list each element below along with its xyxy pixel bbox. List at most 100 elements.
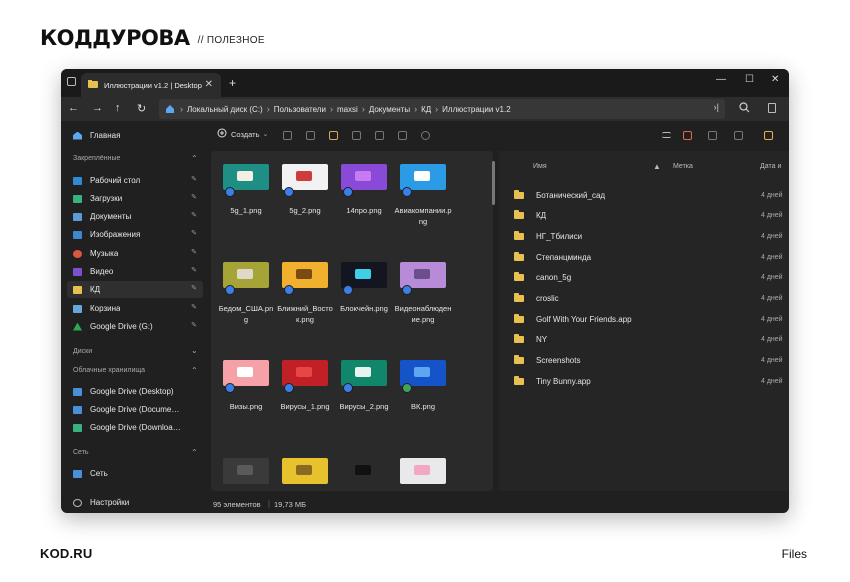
pin-icon[interactable]: ✎ — [191, 193, 197, 201]
window-menu-icon[interactable] — [67, 77, 76, 86]
pin-icon[interactable]: ✎ — [191, 229, 197, 237]
properties-icon[interactable] — [421, 131, 430, 140]
file-explorer-window: Иллюстрации v1.2 | Desktop ✕ + — ☐ ✕ ← →… — [61, 69, 789, 513]
list-item[interactable]: Golf With Your Friends.app 4 дней — [507, 309, 789, 329]
file-tile[interactable]: Вирусы_1.png — [276, 360, 334, 450]
address-bar[interactable]: › Локальный диск (C:) › Пользователи › m… — [159, 99, 725, 119]
file-tile[interactable] — [394, 458, 452, 491]
close-window-icon[interactable]: ✕ — [771, 74, 779, 85]
file-tile[interactable]: ВК.png — [394, 360, 452, 450]
list-item[interactable]: canon_5g 4 дней — [507, 268, 789, 288]
pin-icon[interactable]: ✎ — [191, 321, 197, 329]
sidebar-item-gdrive-desktop[interactable]: Google Drive (Desktop) — [67, 383, 203, 400]
file-tile[interactable]: 14про.png — [335, 164, 393, 254]
sidebar-item-kd[interactable]: КД ✎ — [67, 281, 203, 298]
brand-header: КОДДУРОВА // ПОЛЕЗНОЕ — [40, 26, 265, 50]
list-item[interactable]: Степанцминда 4 дней — [507, 247, 789, 267]
home-icon[interactable] — [165, 104, 175, 115]
file-tile[interactable]: Визы.png — [217, 360, 275, 450]
list-item[interactable]: Tiny Bunny.app 4 дней — [507, 371, 789, 391]
file-tile[interactable]: Ближний_Восток.png — [276, 262, 334, 352]
pin-icon[interactable]: ✎ — [191, 303, 197, 311]
pin-icon[interactable]: ✎ — [191, 284, 197, 292]
sidebar-item-gdrive-downloads[interactable]: Google Drive (Downloa… — [67, 419, 203, 436]
file-tile[interactable] — [335, 458, 393, 491]
column-name[interactable]: Имя — [533, 163, 547, 170]
sidebar-item-music[interactable]: Музыка ✎ — [67, 245, 203, 262]
sidebar-item-google-drive[interactable]: Google Drive (G:) ✎ — [67, 318, 203, 335]
tag-filter-icon[interactable] — [683, 131, 692, 140]
maximize-icon[interactable]: ☐ — [745, 74, 754, 85]
search-icon[interactable] — [739, 102, 750, 115]
sidebar-item-pictures[interactable]: Изображения ✎ — [67, 226, 203, 243]
file-tile[interactable]: Бедом_США.png — [217, 262, 275, 352]
list-item[interactable]: КД 4 дней — [507, 206, 789, 226]
site-name[interactable]: KOD.RU — [40, 546, 92, 561]
file-tile[interactable]: Блокчейн.png — [335, 262, 393, 352]
file-tile[interactable]: Вирусы_2.png — [335, 360, 393, 450]
folder-icon — [514, 210, 524, 220]
breadcrumb-item[interactable]: Пользователи — [274, 105, 326, 114]
view-layout-icon[interactable] — [734, 131, 743, 140]
minimize-icon[interactable]: — — [716, 74, 726, 85]
expand-path-icon[interactable]: ›| — [714, 102, 719, 112]
pin-icon[interactable]: ✎ — [191, 175, 197, 183]
breadcrumb-item[interactable]: Иллюстрации v1.2 — [442, 105, 511, 114]
list-item[interactable]: Ботанический_сад 4 дней — [507, 185, 789, 205]
chevron-up-icon[interactable]: ⌃ — [191, 448, 198, 457]
list-item[interactable]: croslic 4 дней — [507, 289, 789, 309]
back-icon[interactable]: ← — [68, 102, 79, 114]
section-drives[interactable]: Диски — [73, 348, 92, 355]
sort-up-icon[interactable]: ▲ — [653, 162, 661, 171]
chevron-up-icon[interactable]: ⌃ — [191, 366, 198, 375]
recycle-icon[interactable] — [768, 103, 776, 113]
section-network: Сеть — [73, 449, 89, 456]
breadcrumb-item[interactable]: maxsi — [337, 105, 358, 114]
file-tile[interactable]: 5g_2.png — [276, 164, 334, 254]
delete-icon[interactable] — [398, 131, 407, 140]
file-tile[interactable]: Видеонаблюдение.png — [394, 262, 452, 352]
list-item[interactable]: NY 4 дней — [507, 330, 789, 350]
list-item[interactable]: НГ_Тбилиси 4 дней — [507, 226, 789, 246]
file-tile[interactable]: 5g_1.png — [217, 164, 275, 254]
create-button[interactable]: Создать ⌄ — [217, 128, 268, 140]
breadcrumb-item[interactable]: Документы — [369, 105, 410, 114]
list-item[interactable]: Screenshots 4 дней — [507, 351, 789, 371]
pin-icon[interactable]: ✎ — [191, 248, 197, 256]
sidebar-item-downloads[interactable]: Загрузки ✎ — [67, 190, 203, 207]
navigation-bar: ← → ↑ ↻ › Локальный диск (C:) › Пользова… — [61, 97, 789, 121]
file-tile[interactable] — [276, 458, 334, 491]
breadcrumb-item[interactable]: КД — [421, 105, 431, 114]
sort-lines-icon[interactable] — [662, 132, 671, 138]
file-tile[interactable]: Авиакомпании.png — [394, 164, 452, 254]
file-tile[interactable] — [217, 458, 275, 491]
pin-icon[interactable]: ✎ — [191, 266, 197, 274]
breadcrumb-item[interactable]: Локальный диск (C:) — [187, 105, 263, 114]
pin-icon[interactable]: ✎ — [191, 211, 197, 219]
tab-illustrations[interactable]: Иллюстрации v1.2 | Desktop ✕ — [81, 73, 221, 97]
sidebar-item-recycle-bin[interactable]: Корзина ✎ — [67, 300, 203, 317]
forward-icon[interactable]: → — [92, 102, 103, 114]
sidebar-item-documents[interactable]: Документы ✎ — [67, 208, 203, 225]
share-icon[interactable] — [375, 131, 384, 140]
sort-icon[interactable] — [708, 131, 717, 140]
chevron-up-icon[interactable]: ⌃ — [191, 154, 198, 163]
sidebar-item-network[interactable]: Сеть — [67, 465, 203, 482]
sidebar-item-gdrive-documents[interactable]: Google Drive (Docume… — [67, 401, 203, 418]
new-tab-icon[interactable]: + — [229, 76, 236, 90]
sidebar-item-home[interactable]: Главная — [67, 127, 203, 144]
cut-icon[interactable] — [283, 131, 292, 140]
sidebar-item-video[interactable]: Видео ✎ — [67, 263, 203, 280]
column-tag[interactable]: Метка — [673, 163, 693, 170]
chevron-down-icon[interactable]: ⌄ — [191, 346, 198, 355]
column-date[interactable]: Дата и — [760, 163, 781, 170]
refresh-icon[interactable]: ↻ — [137, 102, 146, 115]
details-pane-icon[interactable] — [764, 131, 773, 140]
paste-icon[interactable] — [329, 131, 338, 140]
copy-icon[interactable] — [306, 131, 315, 140]
up-icon[interactable]: ↑ — [115, 102, 121, 114]
rename-icon[interactable] — [352, 131, 361, 140]
tab-close-icon[interactable]: ✕ — [205, 79, 213, 90]
grid-scrollbar[interactable] — [492, 161, 495, 205]
sidebar-item-desktop[interactable]: Рабочий стол ✎ — [67, 172, 203, 189]
